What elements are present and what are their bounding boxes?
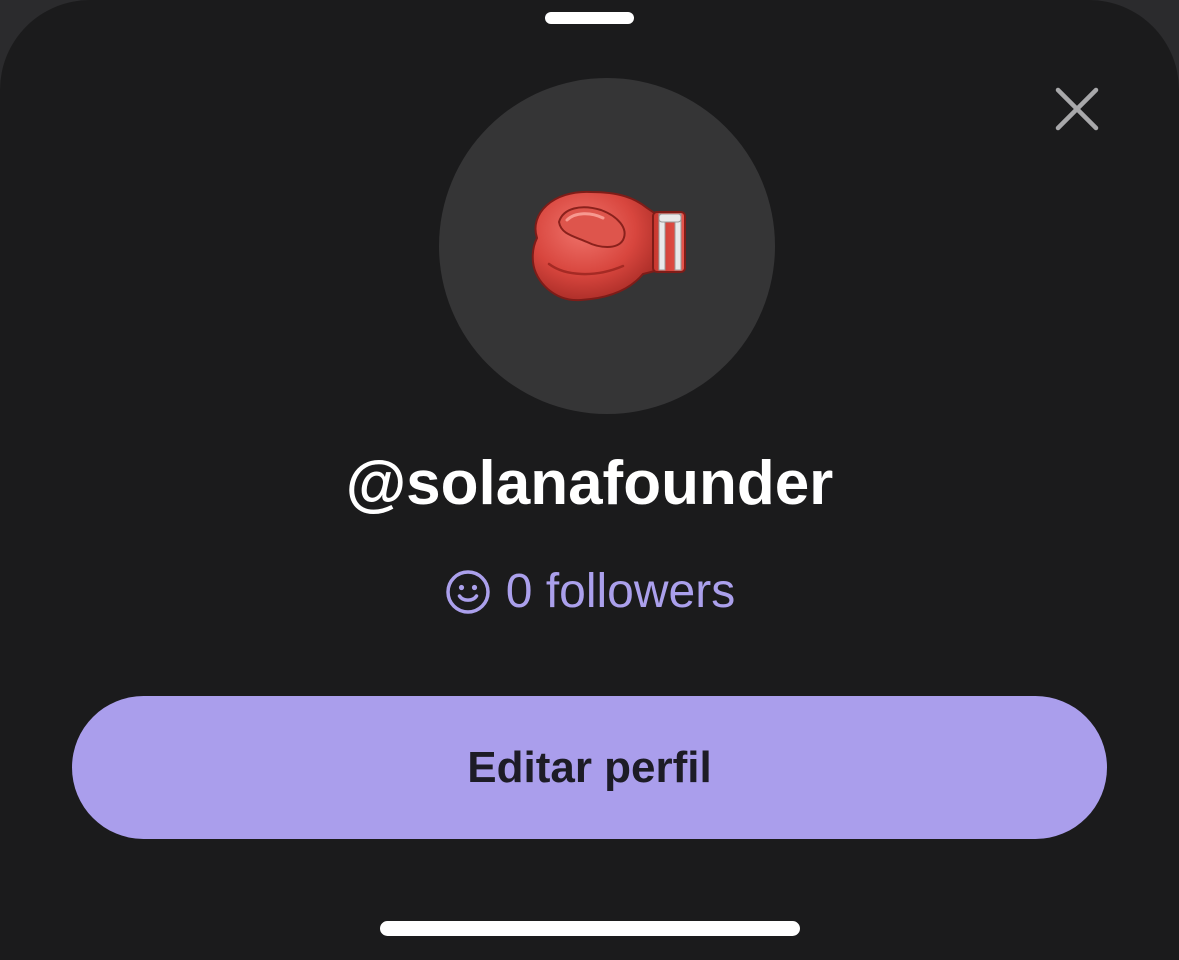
close-button[interactable]	[1050, 82, 1104, 136]
avatar[interactable]	[439, 78, 775, 414]
followers-count[interactable]: 0 followers	[0, 560, 1179, 624]
profile-username: @solanafounder	[345, 449, 834, 518]
followers-label: 0 followers	[505, 565, 736, 618]
sheet-grabber-handle[interactable]	[545, 12, 634, 24]
smiley-face-icon	[446, 570, 490, 614]
edit-profile-button[interactable]: Editar perfil	[72, 696, 1107, 839]
home-indicator	[380, 921, 800, 936]
close-icon	[1055, 87, 1099, 131]
profile-sheet: @solanafounder 0 followers Editar perfil	[0, 0, 1179, 960]
boxing-glove-icon	[531, 190, 686, 302]
